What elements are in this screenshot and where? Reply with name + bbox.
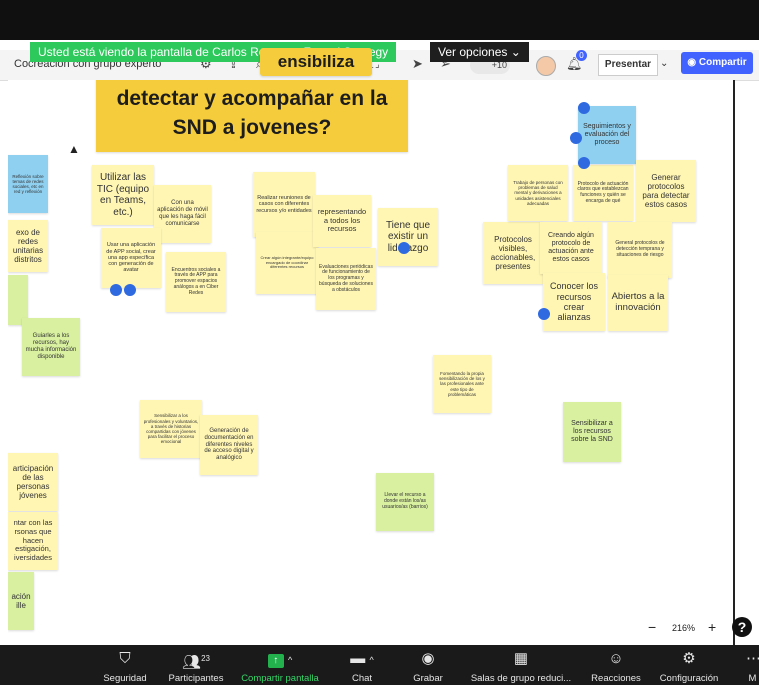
- sticky-note[interactable]: ación ille: [8, 572, 34, 630]
- canvas-divider: [733, 80, 735, 645]
- sticky-note[interactable]: Usar una aplicación de APP social, crear…: [101, 228, 161, 288]
- sticky-note[interactable]: articipación de las personas jóvenes: [8, 453, 58, 511]
- sticky-note[interactable]: Encuentros sociales a través de APP para…: [166, 252, 226, 312]
- top-black-bar: [0, 0, 759, 40]
- collaborator-cursor-dot: [110, 284, 122, 296]
- present-button[interactable]: Presentar: [598, 54, 658, 76]
- collaborator-cursor-dot: [578, 157, 590, 169]
- chat-icon: ▬ ^: [350, 650, 374, 667]
- zoom-level: 216%: [672, 623, 696, 633]
- settings-label: Configuración: [659, 673, 719, 684]
- pointer-icon[interactable]: ➤: [412, 56, 423, 72]
- sticky-note[interactable]: Reflexión sobre temas de redes sociales,…: [8, 155, 48, 213]
- sticky-note[interactable]: Generar protocolos para detectar estos c…: [636, 160, 696, 222]
- record-label: Grabar: [413, 673, 443, 684]
- collaborator-cursor-dot: [398, 242, 410, 254]
- reactions-icon: ☺: [608, 650, 624, 667]
- share-screen-button[interactable]: ↑ ^ Compartir pantalla: [236, 645, 324, 685]
- sticky-note[interactable]: Sensibilizar a los profesionales y volun…: [140, 400, 202, 458]
- more-button[interactable]: ⋯ M: [746, 645, 759, 685]
- notification-badge: 0: [576, 50, 587, 61]
- mouse-pointer-icon: ▲: [68, 142, 80, 156]
- chevron-down-icon: ⌄: [510, 45, 521, 59]
- share-screen-label: Compartir pantalla: [241, 673, 319, 684]
- reactions-label: Reacciones: [591, 673, 641, 684]
- record-icon: ◉: [421, 650, 435, 667]
- participants-label: Participantes: [168, 673, 224, 684]
- sticky-note[interactable]: Realizar reuniones de casos con diferent…: [253, 172, 315, 237]
- sticky-note[interactable]: Seguimientos y evaluación del proceso: [578, 106, 636, 164]
- chat-label: Chat: [351, 673, 373, 684]
- sticky-note[interactable]: Trabajo de personas con problemas de sal…: [508, 165, 568, 221]
- sticky-note[interactable]: Evaluaciones periódicas de funcionamient…: [316, 248, 376, 310]
- present-caret-icon[interactable]: ⌄: [660, 58, 668, 69]
- collaborator-cursor-dot: [578, 102, 590, 114]
- collaborator-cursor-dot: [570, 132, 582, 144]
- sticky-note[interactable]: Fomentando la propia sensibilización de …: [433, 355, 491, 413]
- sticky-note[interactable]: Con una aplicación de móvil que les haga…: [154, 185, 211, 243]
- sticky-note[interactable]: Protocolos visibles, accionables, presen…: [483, 222, 543, 284]
- title-note-partial[interactable]: ensibiliza: [260, 48, 372, 76]
- sticky-note[interactable]: Llevar el recurso a donde están los/as u…: [376, 473, 434, 531]
- sticky-note[interactable]: Sensibilizar a los recursos sobre la SND: [563, 402, 621, 462]
- participants-icon: 👥︎23: [182, 654, 210, 671]
- globe-icon: ◉: [687, 57, 699, 68]
- breakout-rooms-icon: ▦: [513, 650, 529, 667]
- share-label: Compartir: [698, 57, 747, 68]
- title-note-text: detectar y acompañar en la SND a jovenes…: [116, 87, 388, 139]
- settings-button[interactable]: ⚙ Configuración: [656, 645, 722, 685]
- zoom-in-button[interactable]: +: [708, 619, 716, 635]
- security-label: Seguridad: [103, 673, 147, 684]
- zoom-out-button[interactable]: −: [648, 619, 656, 635]
- collaborator-cursor-dot: [124, 284, 136, 296]
- shield-icon: ⛉: [119, 650, 131, 667]
- whiteboard-canvas[interactable]: detectar y acompañar en la SND a jovenes…: [8, 80, 733, 645]
- security-button[interactable]: ⛉ Seguridad: [90, 645, 160, 685]
- sticky-note[interactable]: ntar con las rsonas que hacen estigación…: [8, 512, 58, 570]
- more-icon: ⋯: [746, 650, 759, 667]
- avatar[interactable]: [536, 56, 556, 76]
- title-sticky-note[interactable]: detectar y acompañar en la SND a jovenes…: [96, 80, 408, 152]
- chat-button[interactable]: ▬ ^ Chat: [334, 645, 390, 685]
- sticky-note[interactable]: Tiene que existir un liderazgo: [378, 208, 438, 266]
- sticky-note[interactable]: Conocer los recursos crear alianzas: [543, 273, 605, 331]
- sticky-note[interactable]: representando a todos los recursos: [313, 195, 371, 247]
- collaborator-cursor-dot: [538, 308, 550, 320]
- reactions-button[interactable]: ☺ Reacciones: [586, 645, 646, 685]
- sticky-note[interactable]: Guiarles a los recursos, hay mucha infor…: [22, 318, 80, 376]
- zoom-control: − 216% + ?: [640, 615, 758, 641]
- breakout-rooms-button[interactable]: ▦ Salas de grupo reduci...: [468, 645, 574, 685]
- sticky-note[interactable]: Crear algún integrante/equipo encargado …: [256, 232, 318, 294]
- sticky-note[interactable]: Generación de documentación en diferente…: [200, 415, 258, 475]
- share-screen-icon: ↑ ^: [236, 649, 324, 669]
- participants-count: 23: [201, 654, 210, 663]
- more-label: M: [748, 673, 757, 684]
- share-button[interactable]: ◉ Compartir: [681, 52, 753, 74]
- gear-icon: ⚙: [682, 650, 696, 667]
- sticky-note[interactable]: exo de redes unitarias distritos: [8, 220, 48, 272]
- sticky-note[interactable]: Abiertos a la innovación: [608, 275, 668, 331]
- record-button[interactable]: ◉ Grabar: [402, 645, 454, 685]
- participants-button[interactable]: 👥︎23 Participantes: [160, 645, 232, 685]
- sticky-note[interactable]: Utilizar las TIC (equipo en Teams, etc.): [92, 165, 154, 225]
- sticky-note[interactable]: Creando algún protocolo de actuación ant…: [540, 222, 602, 274]
- breakout-rooms-label: Salas de grupo reduci...: [470, 673, 572, 684]
- view-options-button[interactable]: Ver opciones ⌄: [430, 42, 529, 62]
- view-options-label: Ver opciones: [438, 45, 508, 59]
- sticky-note[interactable]: General protocolos de detección temprana…: [608, 222, 672, 278]
- sticky-note[interactable]: Protocolo de actuación claros que establ…: [573, 165, 633, 221]
- help-button[interactable]: ?: [732, 617, 752, 637]
